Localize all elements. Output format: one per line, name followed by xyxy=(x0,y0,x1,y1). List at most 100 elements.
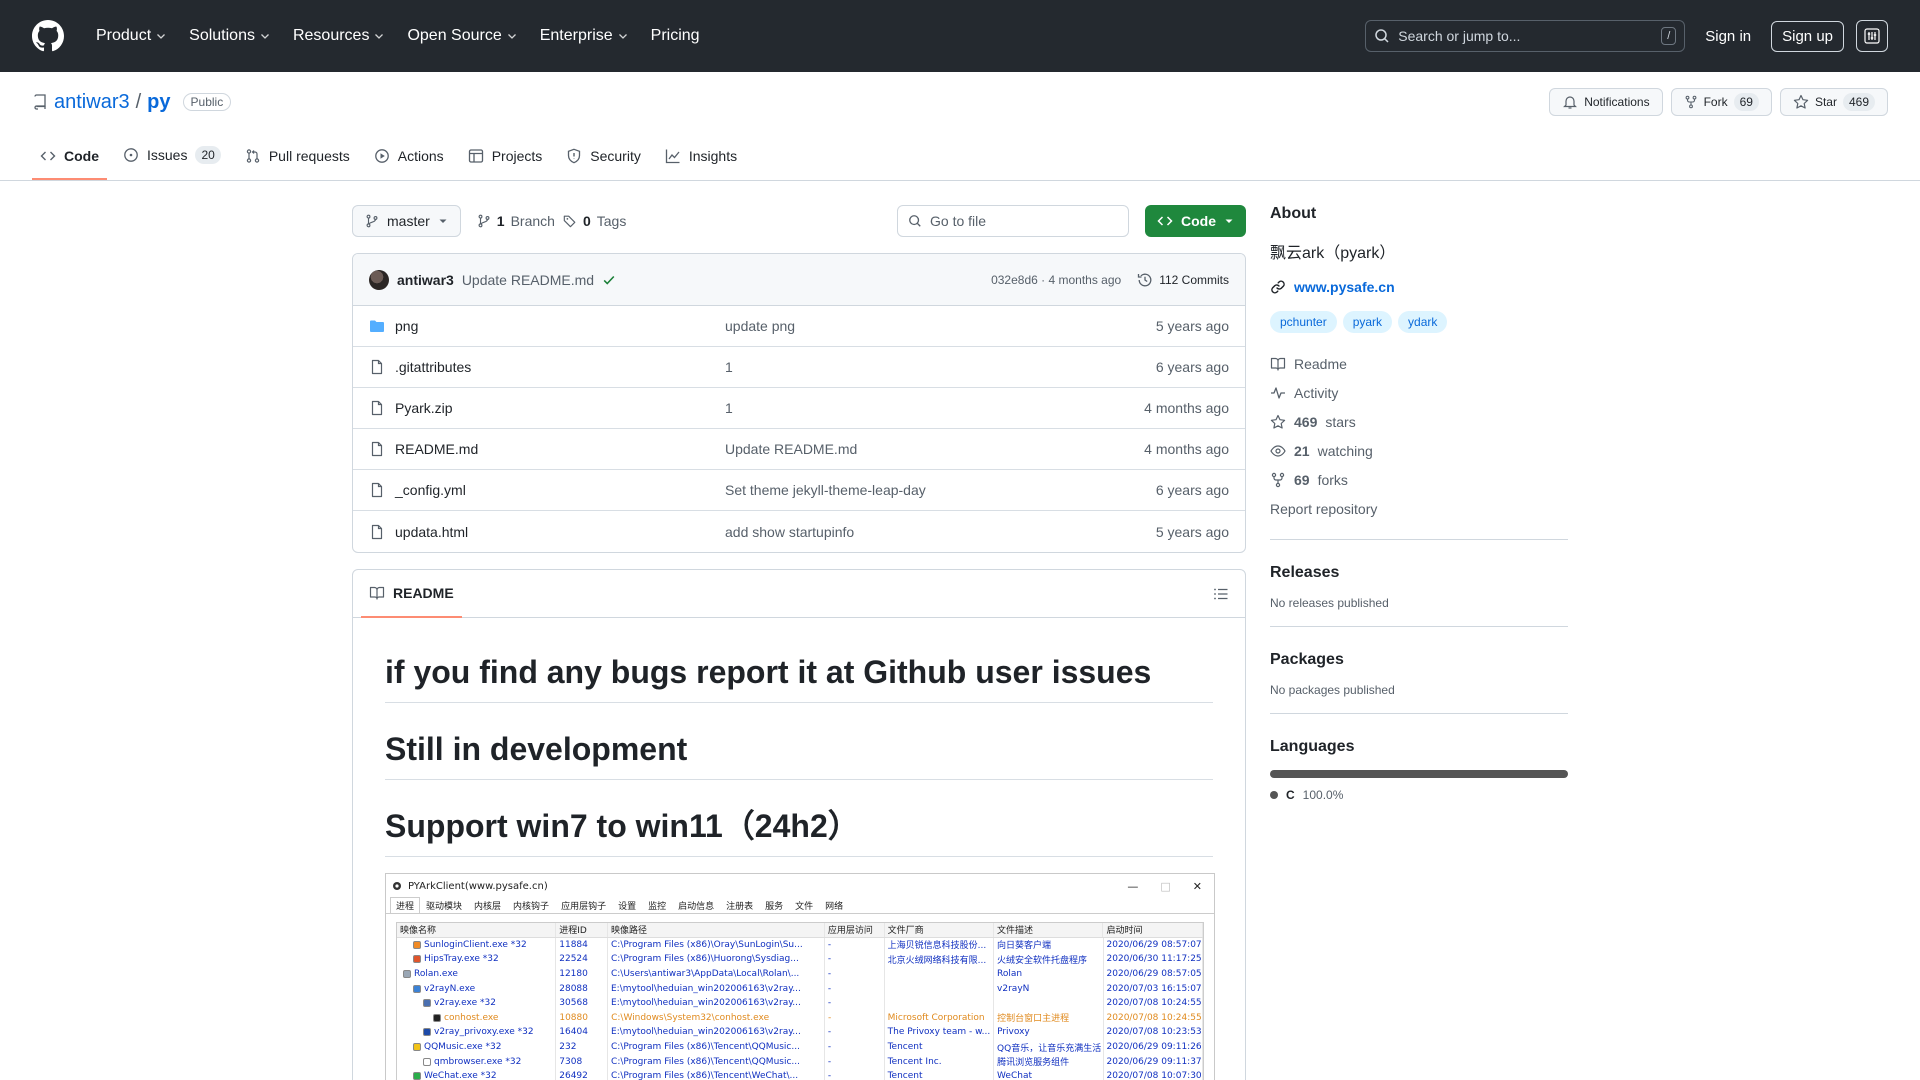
file-commit-message[interactable]: add show startupinfo xyxy=(725,524,1156,540)
check-icon[interactable] xyxy=(602,273,616,287)
tab-actions[interactable]: Actions xyxy=(366,148,452,180)
screenshot-cell xyxy=(994,995,1104,1011)
file-row[interactable]: png update png 5 years ago xyxy=(353,306,1245,347)
file-commit-message[interactable]: update png xyxy=(725,318,1156,334)
file-row[interactable]: Pyark.zip 1 4 months ago xyxy=(353,388,1245,429)
screenshot-cell: 2020/07/08 10:23:53 xyxy=(1104,1025,1203,1040)
watchers-link[interactable]: 21 watching xyxy=(1270,436,1568,465)
screenshot-cell: 26492 xyxy=(556,1068,608,1080)
tab-issues[interactable]: Issues 20 xyxy=(115,146,229,180)
global-search-input[interactable]: Search or jump to... / xyxy=(1365,20,1686,52)
nav-solutions[interactable]: Solutions xyxy=(181,19,279,53)
go-to-file-input[interactable]: Go to file xyxy=(897,205,1129,237)
tab-insights[interactable]: Insights xyxy=(657,148,745,180)
language-color-dot xyxy=(1270,791,1278,799)
screenshot-cell: - xyxy=(825,952,885,967)
file-name-link[interactable]: .gitattributes xyxy=(395,359,471,375)
commits-count: 112 Commits xyxy=(1159,272,1229,287)
star-icon xyxy=(1793,94,1809,109)
packages-empty: No packages published xyxy=(1270,683,1395,697)
commit-author[interactable]: antiwar3 xyxy=(397,272,454,288)
global-header: Product Solutions Resources Open Source … xyxy=(0,0,1920,72)
code-dropdown-button[interactable]: Code xyxy=(1145,205,1246,237)
fork-button[interactable]: Fork 69 xyxy=(1670,88,1772,116)
file-name-link[interactable]: _config.yml xyxy=(395,482,466,498)
github-logo-icon[interactable] xyxy=(32,20,64,52)
notifications-button[interactable]: Notifications xyxy=(1549,88,1663,116)
file-row[interactable]: README.md Update README.md 4 months ago xyxy=(353,429,1245,470)
activity-link[interactable]: Activity xyxy=(1270,378,1568,407)
readme-link[interactable]: Readme xyxy=(1270,349,1568,378)
packages-heading[interactable]: Packages xyxy=(1270,651,1568,669)
branches-link[interactable]: 1 Branch xyxy=(477,213,555,229)
language-item[interactable]: C 100.0% xyxy=(1270,788,1568,802)
report-repository-link[interactable]: Report repository xyxy=(1270,494,1568,523)
file-row[interactable]: .gitattributes 1 6 years ago xyxy=(353,347,1245,388)
file-commit-message[interactable]: 1 xyxy=(725,400,1144,416)
avatar[interactable] xyxy=(369,269,389,290)
nav-pricing[interactable]: Pricing xyxy=(643,19,708,53)
repo-owner-link[interactable]: antiwar3 xyxy=(54,91,130,114)
forks-link[interactable]: 69 forks xyxy=(1270,465,1568,494)
sign-in-link[interactable]: Sign in xyxy=(1697,22,1759,51)
commit-message[interactable]: Update README.md xyxy=(462,272,594,288)
sign-up-button[interactable]: Sign up xyxy=(1771,20,1844,52)
graph-icon xyxy=(665,149,680,164)
tab-pull-requests[interactable]: Pull requests xyxy=(237,148,358,180)
nav-product[interactable]: Product xyxy=(88,19,175,53)
file-name-link[interactable]: README.md xyxy=(395,441,478,457)
file-commit-message[interactable]: Update README.md xyxy=(725,441,1144,457)
screenshot-cell: 2020/07/08 10:24:55 xyxy=(1104,995,1203,1011)
screenshot-cell: C:\Program Files (x86)\Tencent\QQMusic..… xyxy=(608,1039,825,1055)
tags-link[interactable]: 0 Tags xyxy=(563,213,626,229)
star-button[interactable]: Star 469 xyxy=(1779,88,1888,116)
commit-hash-age[interactable]: 032e8d6 · 4 months ago xyxy=(991,273,1121,287)
topic-tag[interactable]: pchunter xyxy=(1270,311,1337,333)
screenshot-cell: 2020/06/29 09:11:37 xyxy=(1104,1054,1203,1069)
repo-icon xyxy=(34,94,46,110)
screenshot-cell: v2rayN.exe xyxy=(397,981,557,996)
file-commit-message[interactable]: Set theme jekyll-theme-leap-day xyxy=(725,482,1156,498)
releases-heading[interactable]: Releases xyxy=(1270,564,1568,582)
screenshot-tab: 网络 xyxy=(825,902,844,912)
file-commit-message[interactable]: 1 xyxy=(725,359,1156,375)
screenshot-cell: 7308 xyxy=(556,1054,609,1069)
releases-empty: No releases published xyxy=(1270,596,1389,610)
file-name-link[interactable]: Pyark.zip xyxy=(395,400,453,416)
repo-name-link[interactable]: py xyxy=(147,91,170,114)
topic-tag[interactable]: ydark xyxy=(1398,311,1448,333)
website-url: www.pysafe.cn xyxy=(1294,279,1395,295)
file-name-link[interactable]: png xyxy=(395,318,418,334)
screenshot-tab: 服务 xyxy=(765,902,784,912)
website-link[interactable]: www.pysafe.cn xyxy=(1270,279,1568,295)
branch-selector[interactable]: master xyxy=(352,205,461,237)
commits-history-link[interactable]: 112 Commits xyxy=(1137,272,1229,288)
topic-tag[interactable]: pyark xyxy=(1342,311,1393,333)
readme-tab[interactable]: README xyxy=(361,570,462,618)
file-row[interactable]: _config.yml Set theme jekyll-theme-leap-… xyxy=(353,470,1245,511)
screenshot-cell: 腾讯浏览服务组件 xyxy=(994,1054,1104,1069)
tab-projects[interactable]: Projects xyxy=(460,148,551,180)
nav-resources[interactable]: Resources xyxy=(285,19,393,53)
settings-menu-button[interactable] xyxy=(1856,20,1888,52)
sidebar: About 飘云ark（pyark） www.pysafe.cn pchunte… xyxy=(1270,205,1568,1080)
forks-count: 69 xyxy=(1294,471,1310,488)
nav-enterprise[interactable]: Enterprise xyxy=(532,19,637,53)
file-row[interactable]: updata.html add show startupinfo 5 years… xyxy=(353,511,1245,552)
nav-label: Pricing xyxy=(650,27,700,44)
tab-code[interactable]: Code xyxy=(32,148,107,180)
star-icon xyxy=(1270,414,1286,429)
chevron-down-icon xyxy=(157,34,166,39)
screenshot-cell: 控制台窗口主进程 xyxy=(994,1010,1104,1026)
tab-security[interactable]: Security xyxy=(558,148,649,180)
stars-link[interactable]: 469 stars xyxy=(1270,407,1568,436)
file-name-link[interactable]: updata.html xyxy=(395,524,468,540)
tab-label: Insights xyxy=(688,148,738,164)
screenshot-cell: - xyxy=(825,1054,885,1069)
folder-icon xyxy=(370,320,384,332)
nav-open-source[interactable]: Open Source xyxy=(399,19,525,53)
process-icon xyxy=(413,955,421,964)
screenshot-process-row: v2ray_privoxy.exe *32 16404 E:\mytool\hedu… xyxy=(397,1025,1203,1040)
chevron-down-icon xyxy=(375,34,384,39)
outline-button[interactable] xyxy=(1213,586,1229,602)
